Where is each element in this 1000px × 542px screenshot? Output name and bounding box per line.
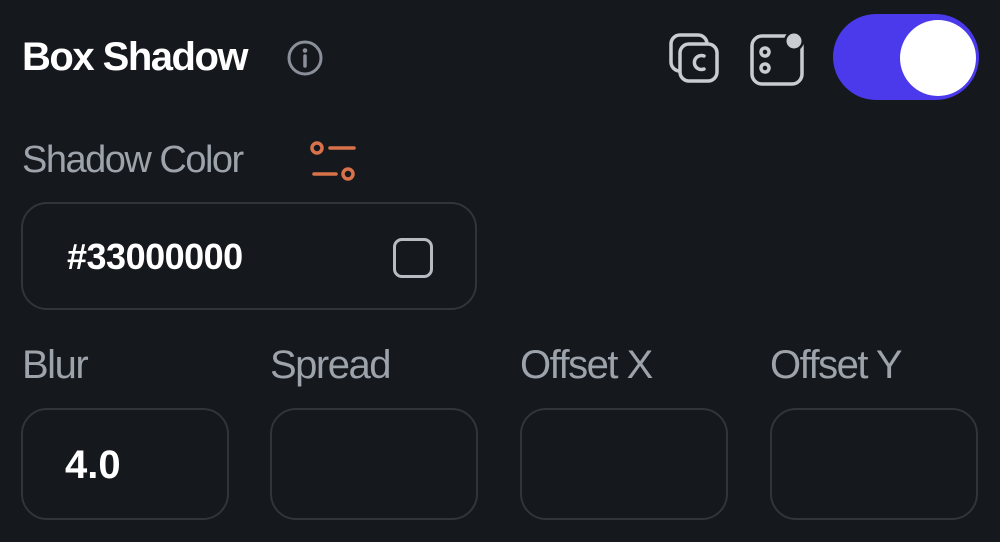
spread-input[interactable]	[270, 408, 478, 520]
blur-value: 4.0	[65, 443, 121, 487]
blur-input[interactable]: 4.0	[21, 408, 229, 520]
copy-icon[interactable]	[666, 30, 722, 86]
section-title: Box Shadow	[22, 35, 249, 79]
shadow-color-label: Shadow Color	[22, 139, 244, 181]
offset-y-label: Offset Y	[770, 343, 903, 387]
spread-label: Spread	[270, 343, 391, 387]
shadow-color-value: #33000000	[67, 236, 243, 277]
variable-icon[interactable]	[748, 28, 808, 88]
settings-icon[interactable]	[308, 138, 360, 186]
shadow-color-input[interactable]: #33000000	[21, 202, 477, 310]
color-swatch[interactable]	[393, 238, 433, 278]
offset-x-input[interactable]	[520, 408, 728, 520]
blur-label: Blur	[22, 343, 89, 387]
offset-x-label: Offset X	[520, 343, 653, 387]
offset-y-input[interactable]	[770, 408, 978, 520]
info-icon[interactable]	[285, 38, 325, 78]
toggle-knob	[900, 20, 976, 96]
box-shadow-panel: Box Shadow Shadow Color #33000000 Blur S…	[0, 0, 1000, 542]
box-shadow-toggle[interactable]	[833, 14, 979, 100]
